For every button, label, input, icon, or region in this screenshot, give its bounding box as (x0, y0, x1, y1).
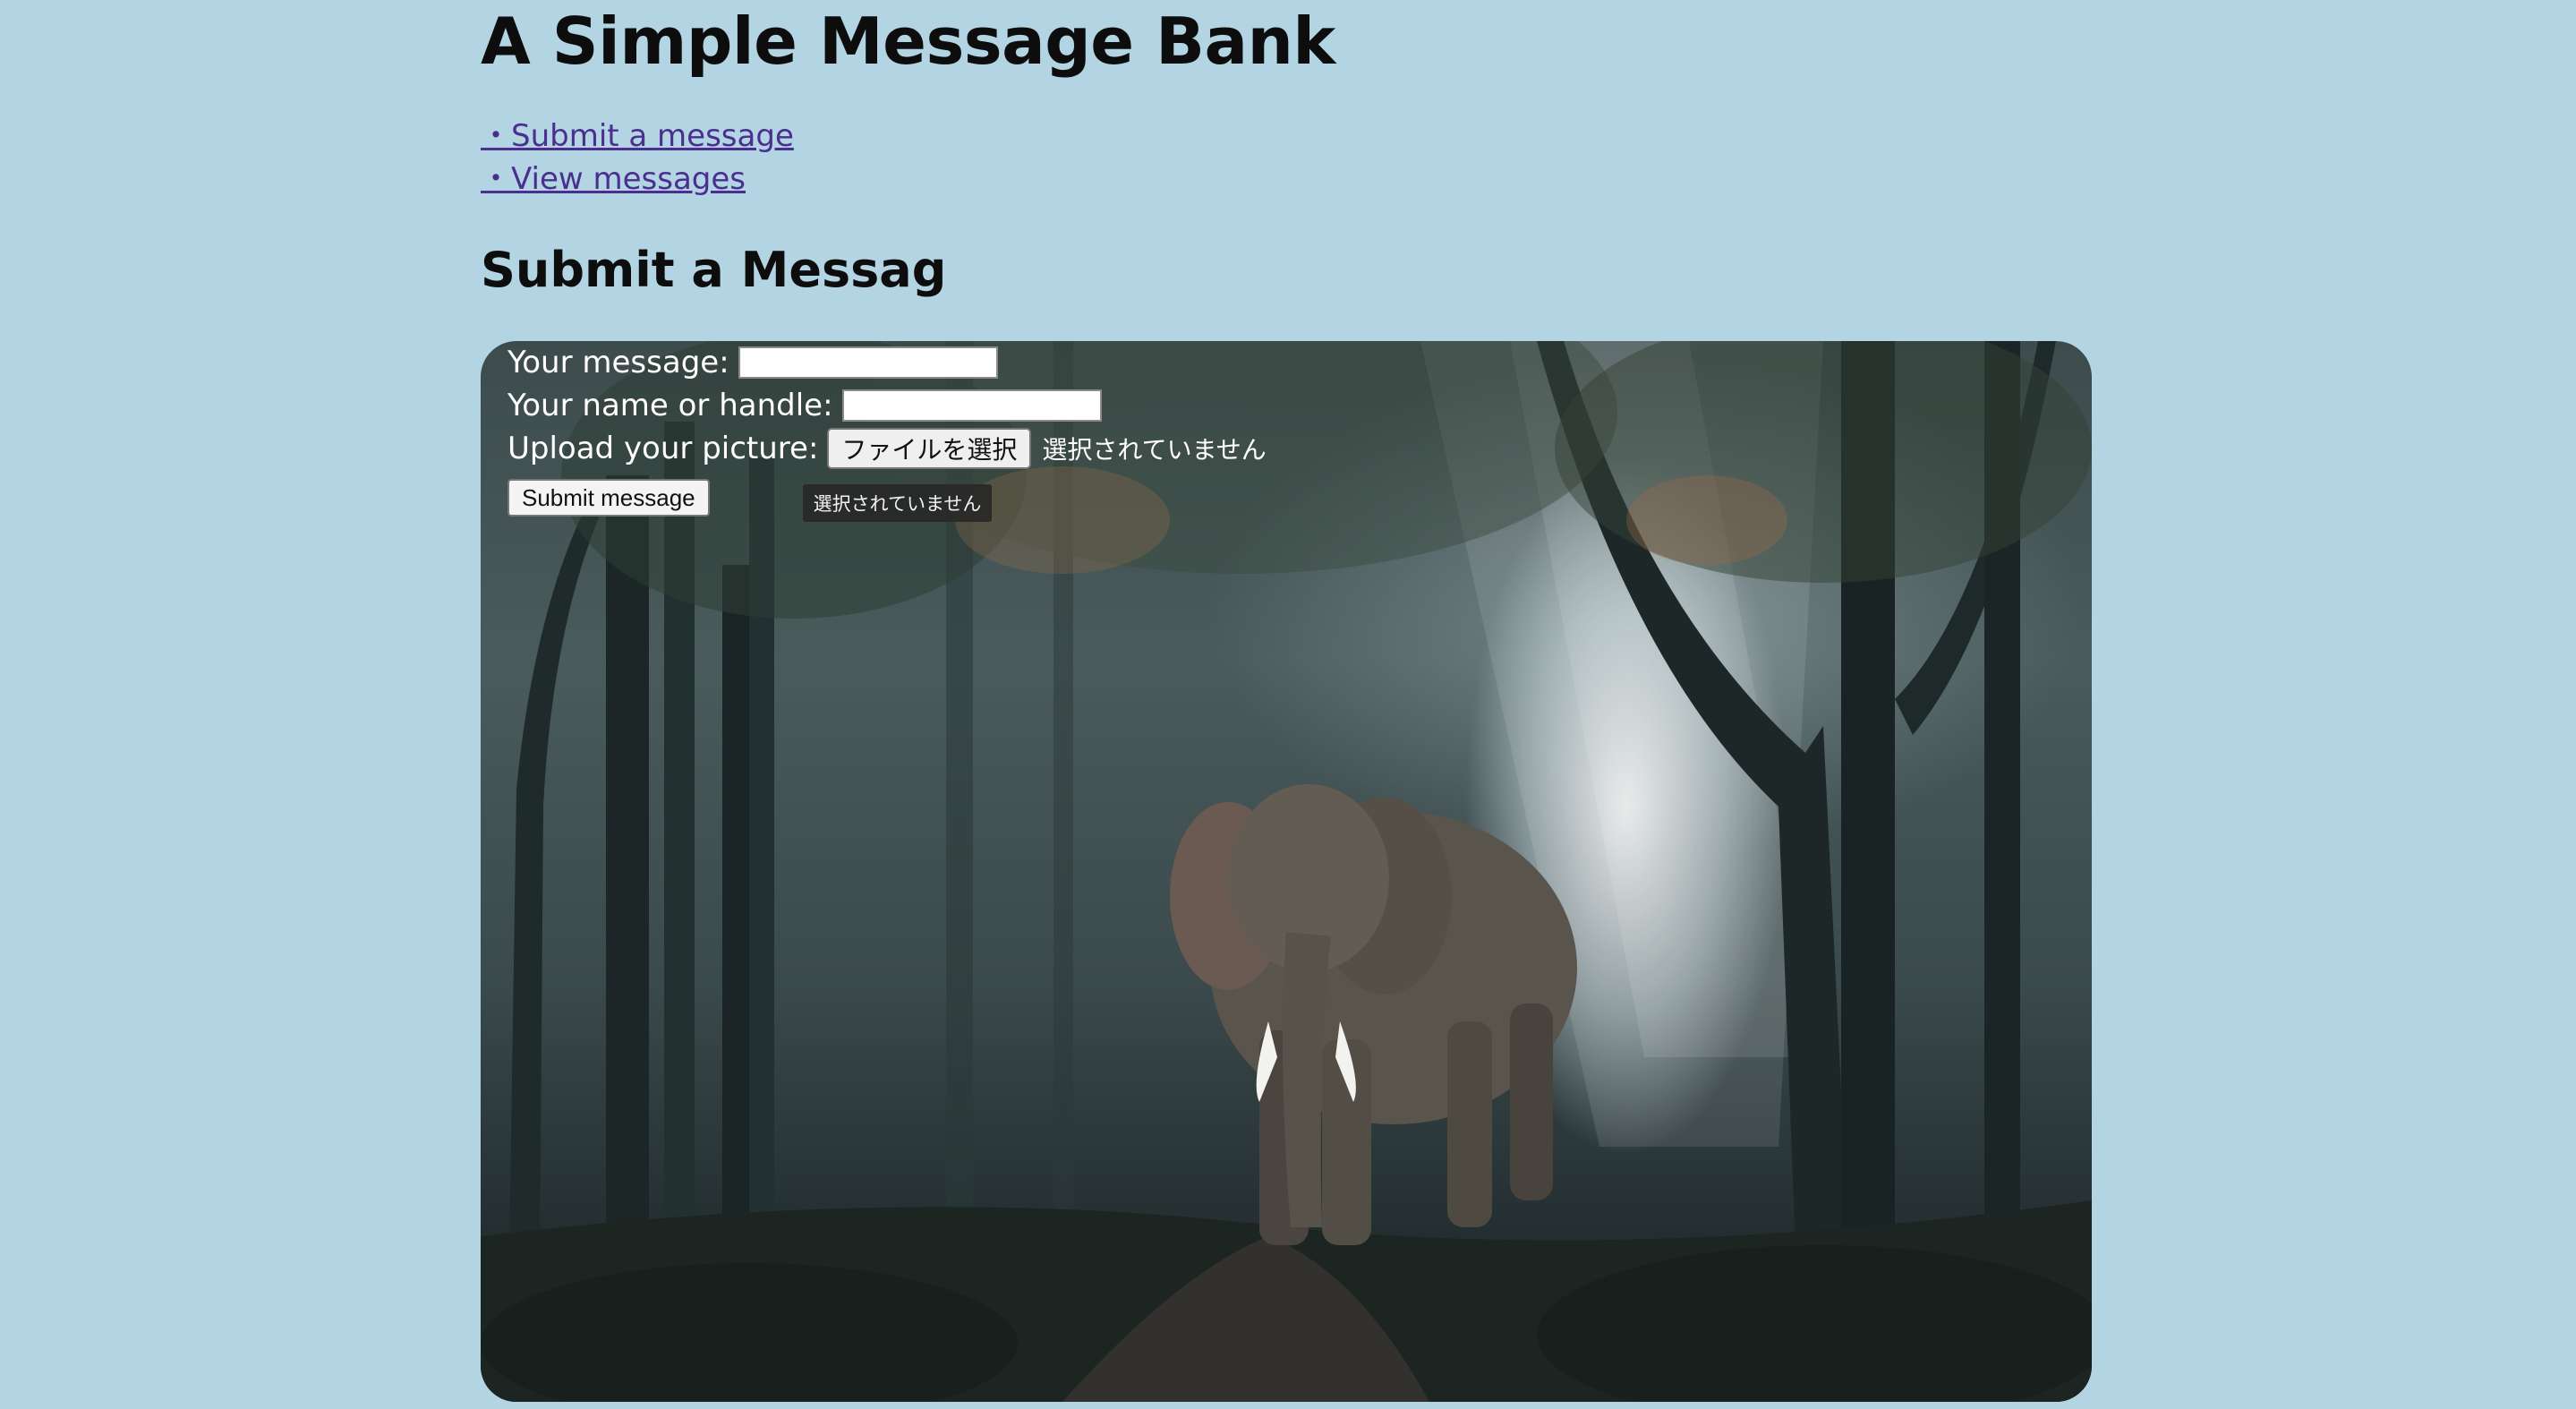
file-status: 選択されていません (1042, 435, 1267, 465)
message-form: Your message: Your name or handle: Uploa… (508, 341, 1267, 522)
page-title: A Simple Message Bank (481, 4, 1335, 79)
elephant-forest-background: Your message: Your name or handle: Uploa… (481, 341, 2092, 1402)
submit-row: Submit message 選択されていません (508, 474, 1267, 522)
name-row: Your name or handle: (508, 384, 1267, 427)
submit-message-link[interactable]: ・Submit a message (481, 115, 794, 158)
name-input[interactable] (841, 389, 1102, 422)
elephant-figure (1170, 784, 1577, 1245)
submit-message-button[interactable]: Submit message (508, 479, 710, 517)
nav-links: ・Submit a message ・View messages (481, 115, 794, 201)
picture-row: Upload your picture: ファイルを選択 選択されていません (508, 427, 1267, 470)
file-tooltip: 選択されていません (802, 484, 993, 522)
view-messages-link[interactable]: ・View messages (481, 158, 794, 201)
choose-file-button[interactable]: ファイルを選択 (827, 428, 1032, 469)
message-label: Your message: (508, 345, 729, 380)
message-input[interactable] (738, 346, 998, 379)
picture-label: Upload your picture: (508, 431, 819, 466)
name-label: Your name or handle: (508, 388, 833, 423)
message-row: Your message: (508, 341, 1267, 384)
section-heading: Submit a Messag (481, 242, 947, 298)
